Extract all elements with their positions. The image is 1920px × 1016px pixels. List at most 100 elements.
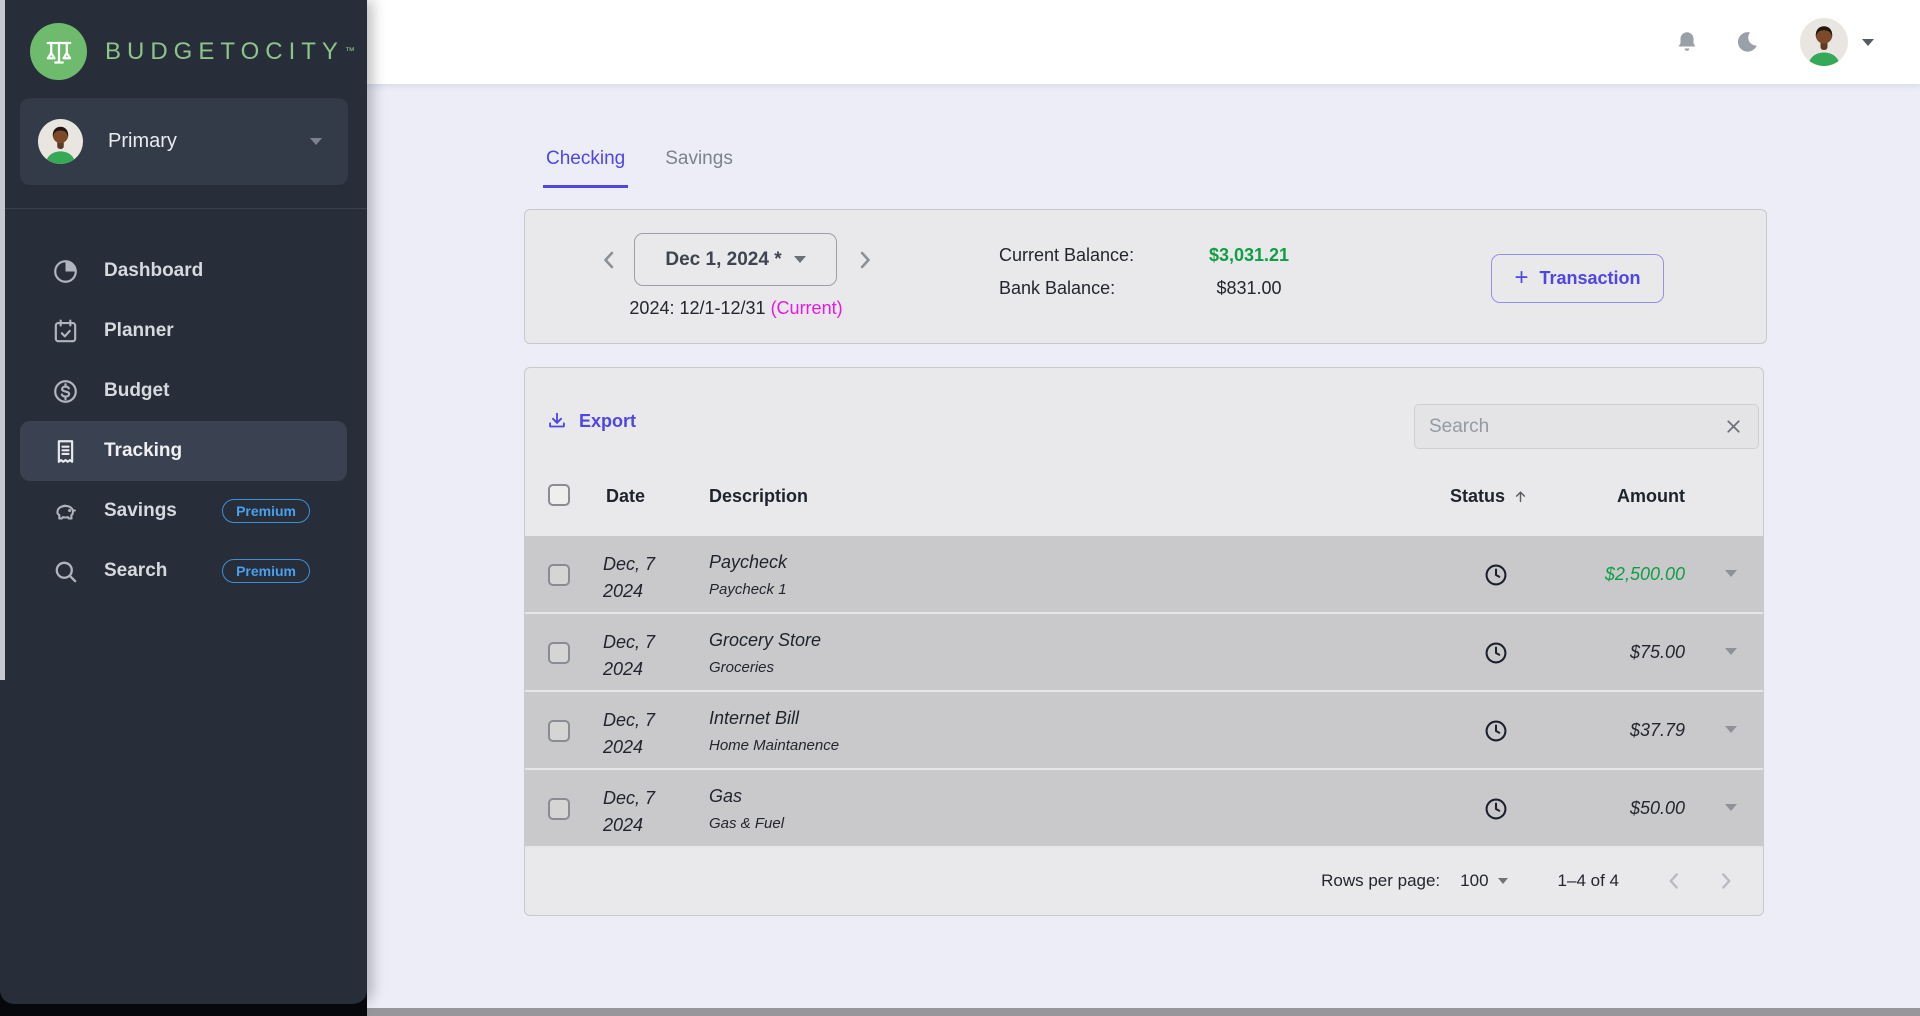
pending-clock-icon [1483, 796, 1509, 822]
sidebar-item-search[interactable]: Search Premium [20, 541, 347, 601]
rows-per-page-select[interactable]: 100 [1460, 871, 1507, 891]
sidebar-item-label: Search [104, 560, 167, 582]
period-select-button[interactable]: Dec 1, 2024 * [634, 233, 837, 286]
period-range: 2024: 12/1-12/31 (Current) [525, 298, 947, 319]
sidebar-item-planner[interactable]: Planner [20, 301, 347, 361]
period-select-label: Dec 1, 2024 * [665, 249, 781, 271]
rows-per-page-value: 100 [1460, 871, 1488, 891]
pie-chart-icon [51, 257, 80, 286]
row-title: Grocery Store [709, 630, 821, 651]
select-all-checkbox[interactable] [548, 484, 570, 506]
notifications-bell-icon[interactable] [1674, 29, 1700, 55]
tab-checking[interactable]: Checking [543, 148, 628, 188]
balance-scale-logo-icon [30, 23, 87, 80]
app-window: BUDGETOCITY ™ Primary Dashboard Planner … [0, 0, 1920, 1016]
row-expand-chevron-icon[interactable] [1725, 804, 1737, 811]
window-bottom-edge [367, 1008, 1920, 1016]
search-icon [51, 557, 80, 586]
sort-ascending-arrow-icon [1512, 488, 1529, 505]
sidebar-item-budget[interactable]: Budget [20, 361, 347, 421]
row-subtitle: Paycheck 1 [709, 581, 787, 598]
user-menu-chevron-icon[interactable] [1862, 39, 1874, 46]
sidebar-item-savings[interactable]: Savings Premium [20, 481, 347, 541]
table-header: Date Description Status Amount [525, 477, 1763, 521]
period-range-text: 2024: 12/1-12/31 [629, 298, 765, 318]
row-date: Dec, 7 2024 [603, 551, 655, 605]
previous-period-chevron-icon[interactable] [595, 246, 623, 274]
table-row[interactable]: Dec, 7 2024 Grocery Store Groceries $75.… [525, 614, 1763, 692]
piggy-bank-icon [51, 497, 80, 526]
row-expand-chevron-icon[interactable] [1725, 570, 1737, 577]
column-header-amount[interactable]: Amount [1617, 486, 1685, 507]
row-description: Paycheck Paycheck 1 [709, 552, 787, 598]
row-checkbox[interactable] [548, 720, 570, 742]
chevron-down-icon [310, 138, 322, 145]
column-header-description[interactable]: Description [709, 486, 808, 507]
row-description: Internet Bill Home Maintanence [709, 708, 839, 754]
table-row[interactable]: Dec, 7 2024 Gas Gas & Fuel $50.00 [525, 770, 1763, 848]
dark-mode-moon-icon[interactable] [1734, 29, 1760, 55]
row-date: Dec, 7 2024 [603, 707, 655, 761]
receipt-icon [51, 437, 80, 466]
user-avatar[interactable] [1800, 18, 1848, 66]
chevron-down-icon [1498, 878, 1508, 884]
row-subtitle: Home Maintanence [709, 737, 839, 754]
period-current-flag: (Current) [771, 298, 843, 318]
clear-search-icon[interactable] [1723, 416, 1744, 437]
sidebar-item-label: Budget [104, 380, 169, 402]
sidebar: BUDGETOCITY ™ Primary Dashboard Planner … [0, 0, 367, 1004]
sidebar-divider [0, 208, 367, 209]
trademark-symbol: ™ [345, 46, 355, 57]
row-amount: $50.00 [1630, 798, 1685, 819]
next-page-chevron-icon[interactable] [1713, 868, 1739, 894]
sidebar-item-label: Dashboard [104, 260, 203, 282]
search-box [1414, 404, 1759, 449]
column-header-date[interactable]: Date [606, 486, 645, 507]
download-icon [546, 410, 568, 432]
row-checkbox[interactable] [548, 642, 570, 664]
add-transaction-button[interactable]: + Transaction [1491, 254, 1664, 303]
row-checkbox[interactable] [548, 798, 570, 820]
row-expand-chevron-icon[interactable] [1725, 726, 1737, 733]
export-label: Export [579, 411, 636, 432]
brand-name: BUDGETOCITY [105, 38, 344, 66]
row-date: Dec, 7 2024 [603, 785, 655, 839]
bank-balance-label: Bank Balance: [999, 278, 1149, 299]
row-date: Dec, 7 2024 [603, 629, 655, 683]
bank-balance-value: $831.00 [1149, 278, 1349, 299]
row-expand-chevron-icon[interactable] [1725, 648, 1737, 655]
sidebar-item-label: Tracking [104, 440, 182, 462]
tab-savings[interactable]: Savings [662, 148, 736, 188]
sidebar-item-tracking[interactable]: Tracking [20, 421, 347, 481]
row-title: Internet Bill [709, 708, 839, 729]
table-row[interactable]: Dec, 7 2024 Internet Bill Home Maintanen… [525, 692, 1763, 770]
pending-clock-icon [1483, 640, 1509, 666]
row-title: Paycheck [709, 552, 787, 573]
avatar [38, 119, 83, 164]
topbar [367, 0, 1920, 84]
row-subtitle: Groceries [709, 659, 821, 676]
pending-clock-icon [1483, 718, 1509, 744]
account-selector-label: Primary [108, 130, 177, 153]
next-period-chevron-icon[interactable] [851, 246, 879, 274]
status-header-label: Status [1450, 486, 1505, 507]
row-subtitle: Gas & Fuel [709, 815, 784, 832]
account-selector[interactable]: Primary [20, 98, 348, 185]
account-tabs: Checking Savings [543, 148, 736, 188]
premium-badge: Premium [222, 559, 310, 583]
column-header-status[interactable]: Status [1450, 486, 1529, 507]
rows-per-page-label: Rows per page: [1321, 871, 1440, 891]
export-button[interactable]: Export [546, 410, 636, 432]
sidebar-item-dashboard[interactable]: Dashboard [20, 241, 347, 301]
sidebar-item-label: Savings [104, 500, 177, 522]
row-checkbox[interactable] [548, 564, 570, 586]
row-description: Gas Gas & Fuel [709, 786, 784, 832]
previous-page-chevron-icon[interactable] [1661, 868, 1687, 894]
sidebar-item-label: Planner [104, 320, 174, 342]
balances: Current Balance: $3,031.21 Bank Balance:… [999, 239, 1349, 305]
pagination-range: 1–4 of 4 [1558, 871, 1619, 891]
table-row[interactable]: Dec, 7 2024 Paycheck Paycheck 1 $2,500.0… [525, 536, 1763, 614]
pagination: Rows per page: 100 1–4 of 4 [525, 847, 1763, 915]
search-input[interactable] [1429, 416, 1723, 438]
scrollbar[interactable] [0, 0, 5, 680]
